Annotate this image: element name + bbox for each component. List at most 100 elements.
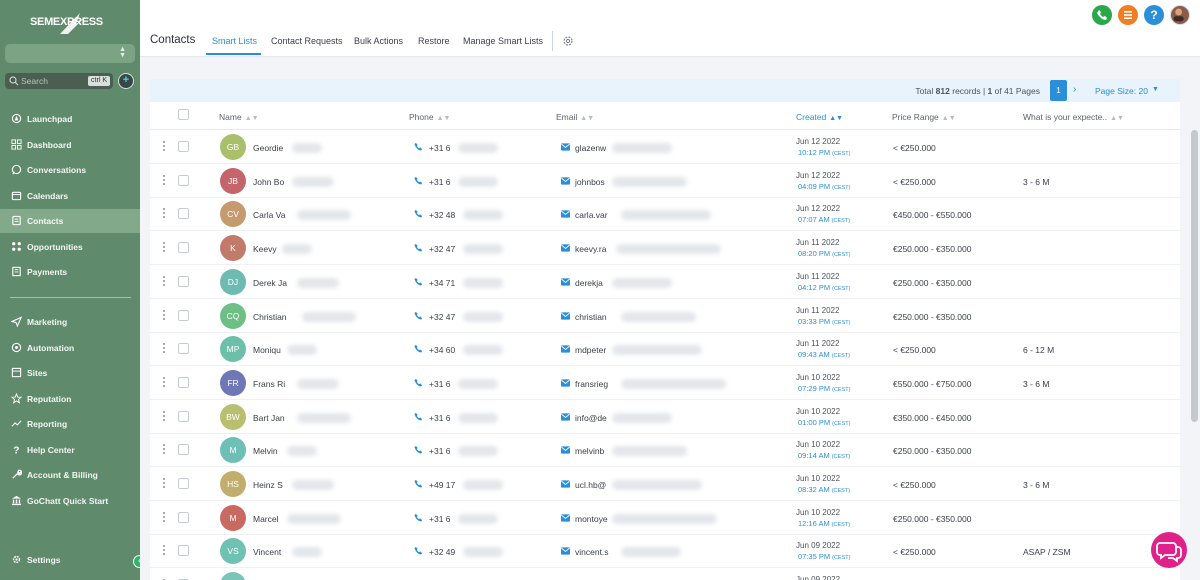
contact-email[interactable]: christian — [575, 312, 607, 322]
contact-phone[interactable]: +31 6 — [429, 177, 451, 187]
tab-manage-smart-lists[interactable]: Manage Smart Lists — [463, 36, 543, 46]
tab-bulk-actions[interactable]: Bulk Actions — [354, 36, 403, 46]
row-menu-icon[interactable] — [163, 444, 166, 456]
column-header-name[interactable]: Name ▲▼ — [219, 112, 259, 122]
contact-email[interactable]: derekja — [575, 278, 603, 288]
page-button-1[interactable]: 1 — [1050, 80, 1067, 101]
contact-phone[interactable]: +31 6 — [429, 514, 451, 524]
table-row[interactable]: CQ Christian +32 47 christian Jun 11 2022 03:… — [150, 299, 1180, 333]
contact-phone[interactable]: +32 47 — [429, 312, 455, 322]
sidebar-item-opportunities[interactable]: Opportunities — [0, 235, 140, 259]
contact-email[interactable]: montoye — [575, 514, 608, 524]
quick-add-button[interactable]: + — [118, 73, 134, 89]
sidebar-item-launchpad[interactable]: Launchpad — [0, 107, 140, 131]
select-all-checkbox[interactable] — [178, 109, 189, 120]
sidebar-item-marketing[interactable]: Marketing — [0, 310, 140, 334]
settings-gear-icon[interactable] — [562, 35, 574, 47]
row-checkbox[interactable] — [178, 545, 189, 557]
contact-name[interactable]: Frans Ri — [253, 379, 285, 389]
contact-email[interactable]: fransrieg — [575, 379, 608, 389]
row-checkbox[interactable] — [178, 410, 189, 422]
row-menu-icon[interactable] — [163, 174, 166, 187]
contact-name[interactable]: Geordie — [253, 143, 283, 153]
row-checkbox[interactable] — [178, 174, 189, 186]
table-row[interactable]: JB John Bo +31 6 johnbos Jun 12 2022 04:09 PM… — [150, 164, 1180, 198]
contact-email[interactable]: keevy.ra — [575, 244, 607, 254]
sidebar-item-settings[interactable]: Settings — [0, 548, 140, 572]
column-header-created[interactable]: Created ▲▼ — [796, 112, 843, 122]
row-checkbox[interactable] — [178, 208, 189, 220]
scrollbar-thumb[interactable] — [1191, 130, 1198, 422]
contact-email[interactable]: johnbos — [575, 177, 605, 187]
chevron-down-icon[interactable]: ▼ — [1152, 86, 1159, 93]
row-checkbox[interactable] — [178, 275, 189, 287]
sidebar-item-dashboard[interactable]: Dashboard — [0, 133, 140, 157]
phone-call-button[interactable] — [1092, 5, 1112, 25]
contact-phone[interactable]: +49 17 — [429, 480, 455, 490]
contact-email[interactable]: melvinb — [575, 446, 604, 456]
table-row[interactable]: M Melvin +31 6 melvinb Jun 10 2022 09:14 AM (C… — [150, 433, 1180, 468]
row-menu-icon[interactable] — [163, 410, 166, 423]
contact-name[interactable]: Carla Va — [253, 210, 285, 220]
contact-phone[interactable]: +31 6 — [429, 413, 451, 423]
help-button[interactable]: ? — [1144, 5, 1164, 25]
contact-name[interactable]: Keevy — [253, 244, 277, 254]
next-page-icon[interactable]: › — [1073, 84, 1076, 95]
row-menu-icon[interactable] — [163, 208, 166, 220]
contact-phone[interactable]: +34 71 — [429, 278, 455, 288]
account-switcher[interactable]: ▲ ▼ — [5, 44, 135, 63]
contact-email[interactable]: info@de — [575, 413, 607, 423]
contact-name[interactable]: Bart Jan — [253, 413, 285, 423]
contact-phone[interactable]: +32 47 — [429, 244, 455, 254]
sidebar-item-help-center[interactable]: ? Help Center — [0, 438, 140, 462]
row-checkbox[interactable] — [178, 376, 189, 388]
table-row[interactable]: CV Carla Va +32 48 carla.var Jun 12 2022 07:0… — [150, 197, 1180, 232]
row-menu-icon[interactable] — [163, 478, 166, 490]
contact-phone[interactable]: +31 6 — [429, 143, 451, 153]
row-checkbox[interactable] — [178, 309, 189, 321]
sidebar-item-sites[interactable]: Sites — [0, 361, 140, 385]
table-row[interactable]: HS Heinz S +49 17 ucl.hb@ Jun 10 2022 08:32 A… — [150, 467, 1180, 501]
row-menu-icon[interactable] — [163, 343, 166, 355]
user-avatar[interactable] — [1170, 5, 1190, 25]
table-row[interactable]: DJ Derek Ja +34 71 derekja Jun 11 2022 04:12 … — [150, 265, 1180, 299]
row-menu-icon[interactable] — [163, 309, 166, 322]
contact-name[interactable]: Christian — [253, 312, 287, 322]
row-checkbox[interactable] — [178, 444, 189, 456]
column-header-expectation[interactable]: What is your expecte.. ▲▼ — [1023, 112, 1124, 122]
row-checkbox[interactable] — [178, 242, 189, 254]
tab-contact-requests[interactable]: Contact Requests — [271, 36, 343, 46]
sidebar-item-account-and-billing[interactable]: Account & Billing — [0, 463, 140, 487]
sidebar-item-reporting[interactable]: Reporting — [0, 412, 140, 436]
contact-phone[interactable]: +31 6 — [429, 446, 451, 456]
contact-name[interactable]: John Bo — [253, 177, 284, 187]
contact-name[interactable]: Marcel — [253, 514, 279, 524]
contact-phone[interactable]: +32 49 — [429, 547, 455, 557]
contact-email[interactable]: glazenw — [575, 143, 606, 153]
brand-logo[interactable]: SEMEXPRESS — [30, 10, 110, 36]
contact-email[interactable]: ucl.hb@ — [575, 480, 606, 490]
contact-email[interactable]: mdpeter — [575, 345, 606, 355]
tab-smart-lists[interactable]: Smart Lists — [212, 36, 257, 46]
sidebar-item-conversations[interactable]: Conversations — [0, 158, 140, 182]
row-checkbox[interactable] — [178, 511, 189, 523]
column-header-phone[interactable]: Phone ▲▼ — [409, 112, 450, 122]
sidebar-item-calendars[interactable]: Calendars — [0, 184, 140, 208]
sidebar-item-automation[interactable]: Automation — [0, 336, 140, 360]
table-row[interactable]: VS Vincent +32 49 vincent.s Jun 09 2022 07:35… — [150, 534, 1180, 569]
contact-phone[interactable]: +32 48 — [429, 210, 455, 220]
contact-email[interactable]: carla.var — [575, 210, 608, 220]
page-size-select[interactable]: Page Size: 20 — [1095, 86, 1148, 96]
row-menu-icon[interactable] — [163, 141, 166, 153]
row-menu-icon[interactable] — [163, 242, 166, 254]
row-checkbox[interactable] — [178, 478, 189, 489]
sidebar-item-gochatt-quick-start[interactable]: GoChatt Quick Start — [0, 489, 140, 513]
table-row[interactable]: BW Bart Jan +31 6 info@de Jun 10 2022 01:00 P… — [150, 400, 1180, 434]
contact-name[interactable]: Vincent — [253, 547, 281, 557]
row-menu-icon[interactable] — [163, 511, 166, 524]
sidebar-item-contacts[interactable]: Contacts — [0, 209, 140, 233]
contact-email[interactable]: vincent.s — [575, 547, 609, 557]
contact-name[interactable]: Melvin — [253, 446, 278, 456]
row-checkbox[interactable] — [178, 141, 189, 152]
contact-phone[interactable]: +31 6 — [429, 379, 451, 389]
